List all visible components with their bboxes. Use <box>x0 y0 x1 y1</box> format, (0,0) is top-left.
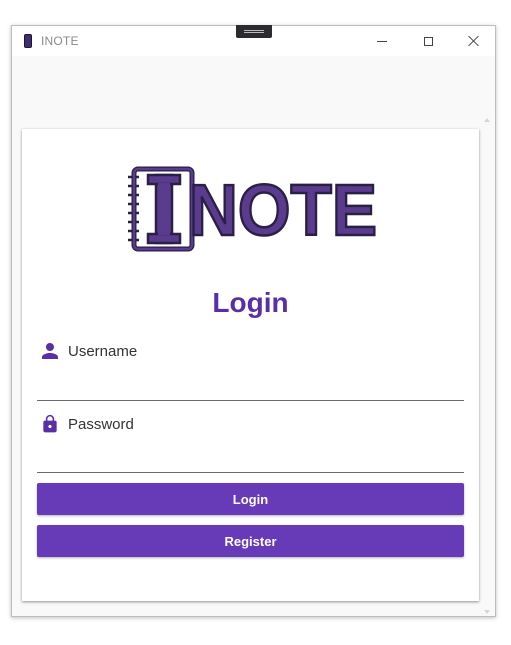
scroll-down-arrow-icon[interactable] <box>484 610 490 614</box>
app-window: INOTE NOTE Login Username Password Login… <box>11 25 496 617</box>
username-input[interactable] <box>37 373 464 401</box>
inote-logo: NOTE <box>128 166 378 252</box>
password-input[interactable] <box>37 445 464 473</box>
close-icon <box>468 35 480 47</box>
svg-text:NOTE: NOTE <box>189 171 377 251</box>
minimize-icon <box>377 40 387 42</box>
title-bar[interactable]: INOTE <box>12 25 497 56</box>
username-label: Username <box>68 342 138 360</box>
login-title: Login <box>212 287 289 318</box>
password-label-row: Password <box>40 412 134 436</box>
scroll-up-arrow-icon[interactable] <box>484 118 490 122</box>
person-icon <box>42 343 58 359</box>
username-label-row: Username <box>40 341 137 361</box>
vertical-scrollbar[interactable] <box>481 114 495 618</box>
lock-icon <box>43 414 57 433</box>
login-button[interactable]: Login <box>37 483 464 515</box>
drag-handle[interactable] <box>236 25 272 38</box>
close-button[interactable] <box>451 26 497 56</box>
maximize-button[interactable] <box>405 26 451 56</box>
register-button[interactable]: Register <box>37 525 464 557</box>
window-title: INOTE <box>41 34 79 48</box>
minimize-button[interactable] <box>359 26 405 56</box>
password-label: Password <box>68 415 134 433</box>
notebook-icon <box>24 34 32 48</box>
maximize-icon <box>423 36 433 46</box>
login-card: NOTE Login Username Password Login Regis… <box>22 129 479 601</box>
